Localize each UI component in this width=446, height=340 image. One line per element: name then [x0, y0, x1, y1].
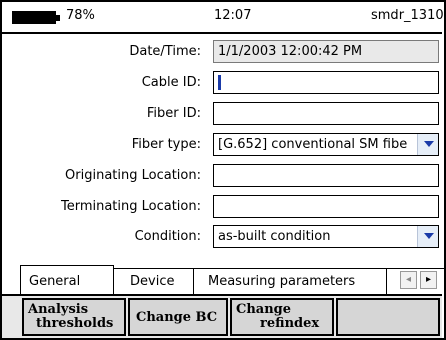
text-caret: [218, 75, 221, 90]
fiber-type-value: [G.652] conventional SM fibe: [218, 137, 408, 152]
condition-label: Condition:: [134, 229, 201, 244]
clock[interactable]: 12:07: [214, 8, 251, 23]
cable-id-label: Cable ID:: [141, 75, 201, 90]
battery-icon: [12, 11, 60, 24]
status-bar: 78% 12:07 smdr_1310: [2, 2, 444, 32]
tab-measuring-label: Measuring parameters: [208, 274, 356, 289]
fiber-type-select[interactable]: [G.652] conventional SM fibe: [213, 133, 439, 156]
tab-device-label: Device: [130, 274, 175, 289]
tab-general[interactable]: General: [20, 265, 114, 294]
tab-strip: General Device Measuring parameters ◂ ▸: [2, 265, 444, 294]
tab-scroll-left-icon[interactable]: ◂: [400, 271, 417, 289]
change-refindex-line1: Change: [236, 302, 292, 317]
tab-device[interactable]: Device: [114, 268, 194, 294]
fiber-id-input[interactable]: [213, 102, 439, 125]
device-name: smdr_1310: [371, 8, 444, 23]
chevron-down-icon[interactable]: [417, 134, 438, 155]
analysis-thresholds-line2: thresholds: [36, 316, 114, 331]
analysis-thresholds-line1: Analysis: [28, 302, 89, 317]
chevron-down-icon[interactable]: [417, 226, 438, 247]
originating-location-label: Originating Location:: [65, 168, 201, 183]
fiber-id-label: Fiber ID:: [146, 106, 201, 121]
fiber-type-label: Fiber type:: [131, 137, 201, 152]
header-form: Date/Time: 1/1/2003 12:00:42 PM Cable ID…: [2, 34, 442, 268]
row-datetime: Date/Time: 1/1/2003 12:00:42 PM: [2, 40, 442, 66]
analysis-thresholds-button[interactable]: Analysis thresholds: [22, 298, 126, 336]
row-fiber-type: Fiber type: [G.652] conventional SM fibe: [2, 133, 442, 159]
condition-select[interactable]: as-built condition: [213, 225, 439, 248]
datetime-field: 1/1/2003 12:00:42 PM: [213, 40, 439, 63]
change-bc-label: Change BC: [136, 310, 218, 325]
tab-scroll-right-icon[interactable]: ▸: [420, 271, 437, 289]
change-refindex-line2: refindex: [260, 316, 320, 331]
terminating-location-input[interactable]: [213, 195, 439, 218]
originating-location-input[interactable]: [213, 164, 439, 187]
condition-value: as-built condition: [218, 229, 331, 244]
row-originating-location: Originating Location:: [2, 164, 442, 190]
change-refindex-button[interactable]: Change refindex: [230, 298, 334, 336]
softkey-bar: Analysis thresholds Change BC Change ref…: [2, 294, 442, 338]
tab-measuring-parameters[interactable]: Measuring parameters: [194, 268, 387, 294]
datetime-label: Date/Time:: [129, 44, 201, 59]
row-fiber-id: Fiber ID:: [2, 102, 442, 128]
battery-percent: 78%: [66, 8, 95, 23]
empty-softkey-button[interactable]: [336, 298, 440, 336]
terminating-location-label: Terminating Location:: [60, 199, 201, 214]
change-bc-button[interactable]: Change BC: [128, 298, 228, 336]
row-cable-id: Cable ID:: [2, 71, 442, 97]
row-terminating-location: Terminating Location:: [2, 195, 442, 221]
tab-general-label: General: [29, 274, 81, 289]
row-condition: Condition: as-built condition: [2, 225, 442, 251]
cable-id-input[interactable]: [213, 71, 439, 94]
